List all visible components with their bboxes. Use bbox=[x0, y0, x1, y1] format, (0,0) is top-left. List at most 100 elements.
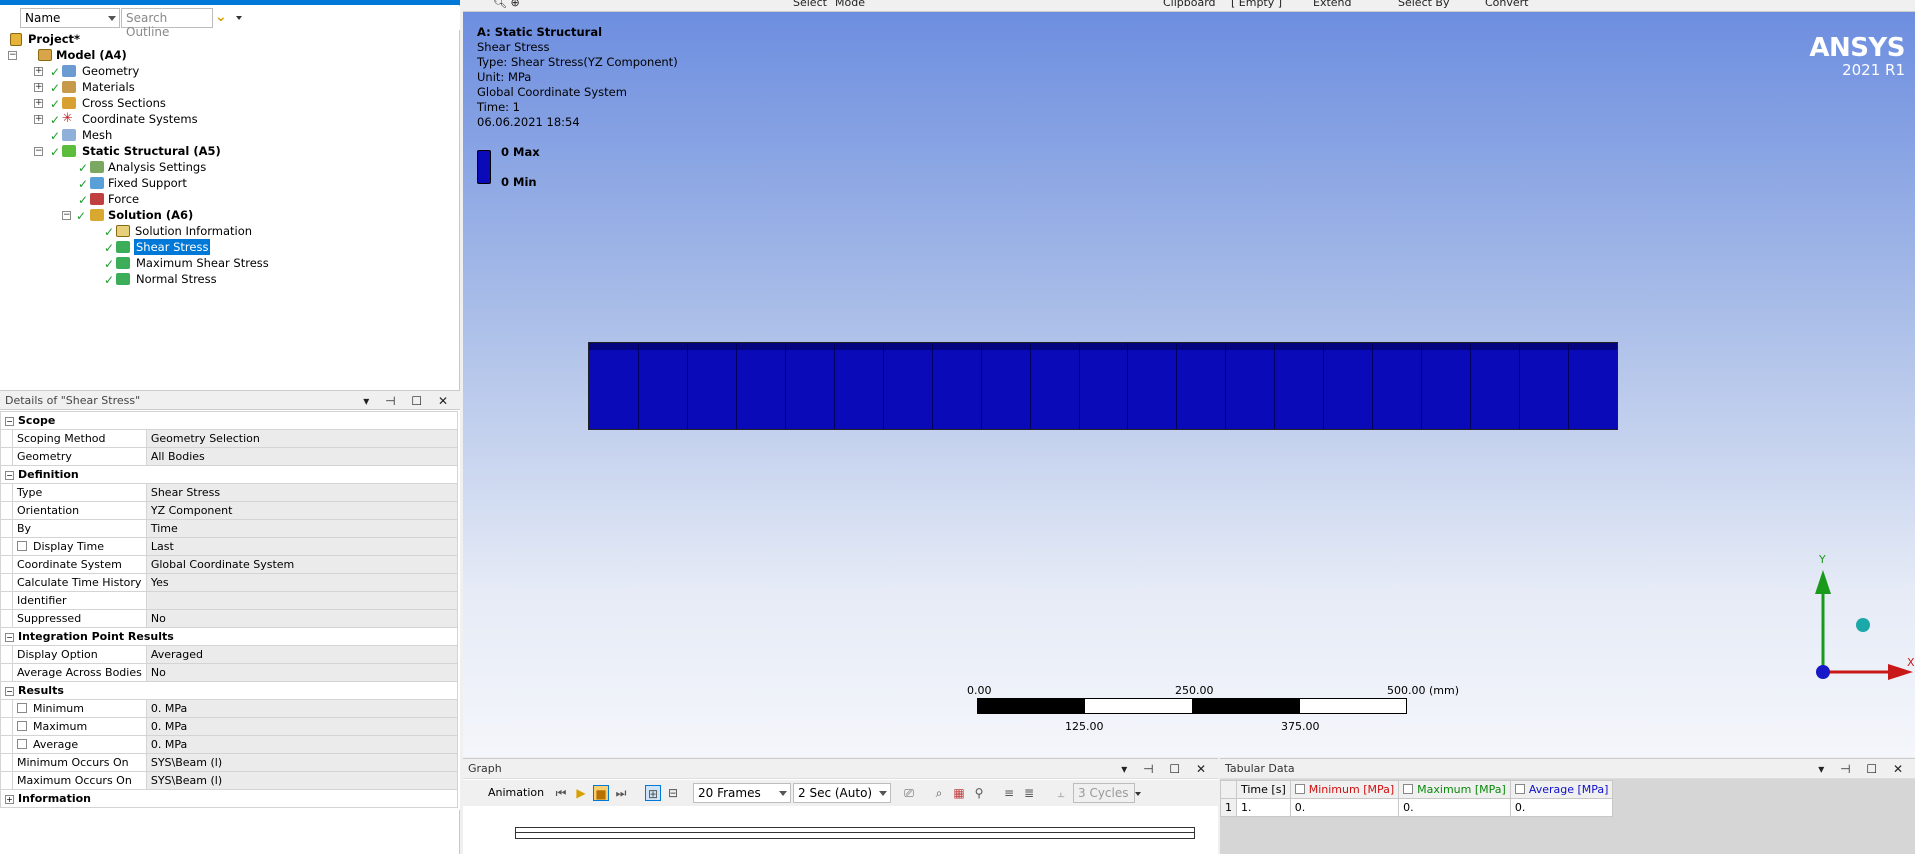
group-results[interactable]: − Results bbox=[0, 681, 458, 700]
detail-row[interactable]: Minimum 0. MPa bbox=[0, 699, 459, 718]
tree-item-cross-sections[interactable]: Cross Sections bbox=[82, 95, 166, 111]
graphics-viewport[interactable]: A: Static Structural Shear Stress Type: … bbox=[463, 12, 1915, 757]
dropdown-arrow-icon[interactable] bbox=[236, 16, 242, 20]
tree-item-model[interactable]: Model (A4) bbox=[56, 47, 127, 63]
filter-chevron-icon[interactable]: ⌄ bbox=[215, 9, 235, 27]
graph-option-icon[interactable]: ≡ bbox=[1001, 785, 1017, 801]
average-checkbox[interactable] bbox=[17, 739, 27, 749]
duration-select[interactable]: 2 Sec (Auto) bbox=[793, 783, 891, 803]
frames-select[interactable]: 20 Frames bbox=[693, 783, 791, 803]
cycles-select[interactable]: 3 Cycles bbox=[1073, 783, 1135, 803]
tree-item-materials[interactable]: Materials bbox=[82, 79, 135, 95]
panel-window-buttons[interactable]: ▾ ⊣ ☐ ✕ bbox=[363, 394, 454, 408]
select-button[interactable]: Select bbox=[793, 0, 827, 9]
beam-model[interactable] bbox=[588, 342, 1618, 430]
column-checkbox[interactable] bbox=[1514, 784, 1525, 794]
tree-item-mesh[interactable]: Mesh bbox=[82, 127, 112, 143]
group-integration-point-results[interactable]: − Integration Point Results bbox=[0, 627, 458, 646]
detail-row[interactable]: Average 0. MPa bbox=[0, 735, 459, 754]
detail-row[interactable]: Coordinate System Global Coordinate Syste… bbox=[0, 555, 459, 574]
detail-row[interactable]: Display Option Averaged bbox=[0, 645, 459, 664]
expand-icon[interactable]: + bbox=[34, 115, 43, 124]
graph-option-icon[interactable]: ≣ bbox=[1021, 785, 1037, 801]
panel-window-buttons[interactable]: ▾ ⊣ ☐ ✕ bbox=[1121, 762, 1212, 776]
detail-row[interactable]: Orientation YZ Component bbox=[0, 501, 459, 520]
detail-row[interactable]: By Time bbox=[0, 519, 459, 538]
collapse-icon[interactable]: − bbox=[5, 471, 14, 480]
column-header[interactable]: Maximum [MPa] bbox=[1398, 780, 1511, 799]
distributed-frames-icon[interactable]: ⊞ bbox=[645, 785, 661, 801]
tree-item-force[interactable]: Force bbox=[108, 191, 139, 207]
detail-row[interactable]: Display Time Last bbox=[0, 537, 459, 556]
tree-item-analysis-settings[interactable]: Analysis Settings bbox=[108, 159, 206, 175]
collapse-icon[interactable]: − bbox=[5, 633, 14, 642]
column-checkbox[interactable] bbox=[1294, 784, 1305, 794]
animation-timeline[interactable] bbox=[515, 827, 1195, 839]
extend-button[interactable]: Extend bbox=[1313, 0, 1352, 9]
tree-item-coordinate-systems[interactable]: Coordinate Systems bbox=[82, 111, 198, 127]
detail-row[interactable]: Identifier bbox=[0, 591, 459, 610]
detail-row[interactable]: Scoping Method Geometry Selection bbox=[0, 429, 459, 448]
mode-button[interactable]: Mode bbox=[835, 0, 865, 9]
empty-selection[interactable]: [ Empty ] bbox=[1231, 0, 1282, 9]
detail-row[interactable]: Maximum 0. MPa bbox=[0, 717, 459, 736]
detail-row[interactable]: Maximum Occurs On SYS\Beam (l) bbox=[0, 771, 459, 790]
tree-item-static-structural[interactable]: Static Structural (A5) bbox=[82, 143, 221, 159]
contour-icon[interactable]: ▦ bbox=[951, 785, 967, 801]
axis-triad[interactable] bbox=[1793, 552, 1915, 682]
convert-button[interactable]: Convert bbox=[1485, 0, 1529, 9]
collapse-icon[interactable]: − bbox=[62, 211, 71, 220]
tree-item-maximum-shear-stress[interactable]: Maximum Shear Stress bbox=[136, 255, 269, 271]
tree-item-normal-stress[interactable]: Normal Stress bbox=[136, 271, 217, 287]
play-icon[interactable]: ▶ bbox=[573, 785, 589, 801]
display-time-checkbox[interactable] bbox=[17, 541, 27, 551]
clipboard-button[interactable]: Clipboard bbox=[1163, 0, 1216, 9]
next-frame-icon[interactable]: ⏭ bbox=[613, 785, 629, 801]
zoom-icons[interactable]: 🔍︎ ⊕ bbox=[493, 0, 520, 9]
expand-icon[interactable]: + bbox=[34, 83, 43, 92]
detail-row[interactable]: Type Shear Stress bbox=[0, 483, 459, 502]
zoom-fit-icon[interactable]: ⌕ bbox=[931, 785, 947, 801]
select-by-button[interactable]: Select By bbox=[1398, 0, 1450, 9]
export-video-icon[interactable]: ⎚ bbox=[901, 785, 917, 801]
detail-row[interactable]: Geometry All Bodies bbox=[0, 447, 459, 466]
detail-row[interactable]: Average Across Bodies No bbox=[0, 663, 459, 682]
panel-window-buttons[interactable]: ▾ ⊣ ☐ ✕ bbox=[1818, 762, 1909, 776]
tree-item-geometry[interactable]: Geometry bbox=[82, 63, 139, 79]
dropdown-arrow-icon[interactable] bbox=[1135, 792, 1141, 796]
expand-icon[interactable]: + bbox=[34, 67, 43, 76]
expand-icon[interactable]: + bbox=[34, 99, 43, 108]
stop-icon[interactable]: ■ bbox=[593, 785, 609, 801]
collapse-icon[interactable]: − bbox=[8, 51, 17, 60]
table-row[interactable]: 1 1. 0. 0. 0. bbox=[1220, 798, 1614, 817]
search-outline-input[interactable]: Search Outline bbox=[121, 8, 213, 39]
collapse-icon[interactable]: − bbox=[5, 417, 14, 426]
result-sets-icon[interactable]: ⊟ bbox=[665, 785, 681, 801]
detail-row[interactable]: Calculate Time History Yes bbox=[0, 573, 459, 592]
detail-row[interactable]: Minimum Occurs On SYS\Beam (l) bbox=[0, 753, 459, 772]
probe-icon[interactable]: ⚲ bbox=[971, 785, 987, 801]
tree-item-project[interactable]: Project* bbox=[28, 31, 80, 47]
outline-filter-combo[interactable]: Name bbox=[20, 8, 120, 28]
detail-row[interactable]: Suppressed No bbox=[0, 609, 459, 628]
group-scope[interactable]: − Scope bbox=[0, 411, 458, 430]
legend-color-bar[interactable] bbox=[477, 150, 491, 184]
column-header[interactable]: Time [s] bbox=[1236, 780, 1291, 799]
maximum-checkbox[interactable] bbox=[17, 721, 27, 731]
solution-icon bbox=[90, 209, 104, 221]
minimum-checkbox[interactable] bbox=[17, 703, 27, 713]
tree-item-fixed-support[interactable]: Fixed Support bbox=[108, 175, 187, 191]
collapse-icon[interactable]: − bbox=[34, 147, 43, 156]
column-header[interactable]: Average [MPa] bbox=[1509, 780, 1614, 799]
previous-frame-icon[interactable]: ⏮ bbox=[553, 785, 569, 801]
column-header[interactable]: Minimum [MPa] bbox=[1289, 780, 1400, 799]
group-information[interactable]: + Information bbox=[0, 789, 458, 808]
tree-item-shear-stress[interactable]: Shear Stress bbox=[134, 239, 211, 255]
column-checkbox[interactable] bbox=[1403, 784, 1414, 794]
collapse-icon[interactable]: − bbox=[5, 687, 14, 696]
tree-item-solution[interactable]: Solution (A6) bbox=[108, 207, 193, 223]
group-definition[interactable]: − Definition bbox=[0, 465, 458, 484]
tree-item-solution-information[interactable]: Solution Information bbox=[135, 223, 252, 239]
expand-icon[interactable]: + bbox=[5, 795, 14, 804]
cycles-icon[interactable]: ⫠ bbox=[1053, 785, 1069, 801]
